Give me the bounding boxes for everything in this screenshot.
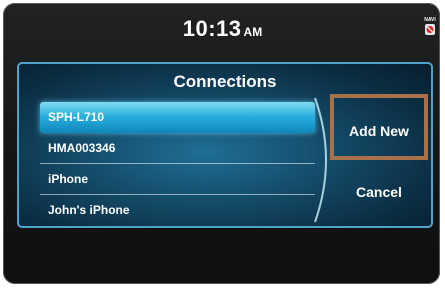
add-new-button[interactable]: Add New [330, 94, 428, 160]
device-row-hma003346[interactable]: HMA003346 [40, 133, 315, 164]
device-list: SPH-L710 HMA003346 iPhone John's iPhone [40, 102, 315, 226]
cancel-button[interactable]: Cancel [330, 174, 428, 210]
clock-time: 10:13 [182, 16, 242, 41]
device-label: SPH-L710 [48, 110, 105, 124]
connections-dialog: Connections SPH-L710 HMA003346 iPhone Jo… [17, 62, 433, 228]
nav-off-icon[interactable]: NAVI [422, 15, 438, 37]
nav-icon-label: NAVI [424, 17, 436, 23]
device-label: iPhone [48, 172, 89, 186]
device-row-johns-iphone[interactable]: John's iPhone [40, 195, 315, 226]
device-label: John's iPhone [48, 203, 130, 217]
device-row-iphone[interactable]: iPhone [40, 164, 315, 195]
clock-ampm: AM [243, 25, 263, 39]
device-row-sph-l710[interactable]: SPH-L710 [40, 102, 315, 133]
dialog-title: Connections [173, 72, 277, 91]
clock: 10:13 AM [0, 16, 445, 42]
device-label: HMA003346 [48, 141, 116, 155]
